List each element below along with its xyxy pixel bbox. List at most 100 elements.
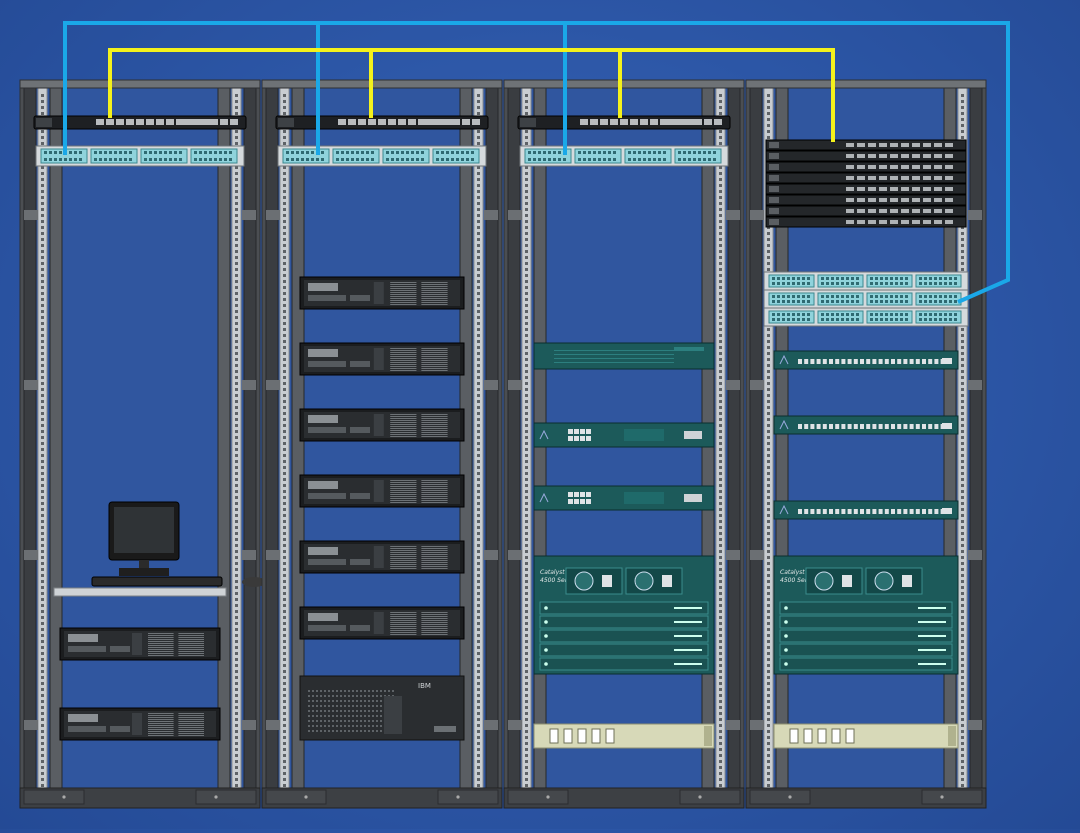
- rail-hole: [961, 550, 964, 553]
- patch-jack: [851, 313, 854, 316]
- patch-jack: [643, 151, 646, 154]
- patch-jack: [895, 300, 898, 303]
- vent-line: [390, 424, 417, 425]
- patch-jack: [603, 158, 606, 161]
- rail-hole: [283, 688, 286, 691]
- switch-port: [96, 119, 104, 125]
- stack-port: [846, 176, 854, 180]
- rail-hole: [719, 682, 722, 685]
- vent-line: [421, 566, 448, 567]
- rail-hole: [525, 466, 528, 469]
- switch-port: [810, 509, 815, 514]
- vent-dot: [368, 725, 370, 727]
- patch-jack: [461, 158, 464, 161]
- rail-hole: [525, 394, 528, 397]
- patch-jack: [797, 277, 800, 280]
- vent-dot: [352, 700, 354, 702]
- rail-hole: [41, 358, 44, 361]
- rack-brace: [266, 720, 280, 730]
- vent-dot: [376, 730, 378, 732]
- patch-jack: [351, 151, 354, 154]
- rail-hole: [525, 502, 528, 505]
- patch-jack: [401, 158, 404, 161]
- vent-line: [178, 719, 204, 720]
- rail-hole: [961, 688, 964, 691]
- switch-port: [872, 424, 877, 429]
- patch-jack: [698, 158, 701, 161]
- vent-dot: [308, 690, 310, 692]
- vent-line: [148, 649, 174, 650]
- rail-hole: [961, 340, 964, 343]
- stack-port: [945, 165, 953, 169]
- rail-hole: [41, 688, 44, 691]
- patch-jack: [905, 295, 908, 298]
- vent-line: [421, 562, 448, 563]
- rail-hole: [283, 310, 286, 313]
- switch-port: [853, 359, 858, 364]
- rail-hole: [283, 184, 286, 187]
- vent-line: [421, 490, 448, 491]
- card-handle: [674, 607, 702, 609]
- vent-line: [390, 564, 417, 565]
- face-line: [554, 350, 674, 351]
- vent-line: [148, 723, 174, 724]
- server-drive: [110, 726, 130, 732]
- rail-hole: [767, 358, 770, 361]
- rail-hole: [525, 250, 528, 253]
- rail-hole: [283, 718, 286, 721]
- rail-hole: [767, 100, 770, 103]
- rail-hole: [477, 412, 480, 415]
- vent-line: [421, 418, 448, 419]
- stack-port: [934, 154, 942, 158]
- switch-port: [891, 509, 895, 514]
- rail-hole: [719, 616, 722, 619]
- switch-port: [878, 509, 883, 514]
- rail-hole: [235, 94, 238, 97]
- rail-hole: [283, 256, 286, 259]
- patch-jack: [54, 151, 57, 154]
- switch-port: [580, 119, 588, 125]
- rail-hole: [235, 142, 238, 145]
- router-port: [586, 499, 591, 504]
- rail-hole: [961, 364, 964, 367]
- rail-hole: [41, 616, 44, 619]
- server-badge: [308, 547, 338, 555]
- patch-jack: [890, 300, 893, 303]
- patch-jack: [321, 158, 324, 161]
- rail-hole: [235, 742, 238, 745]
- rail-hole: [41, 280, 44, 283]
- rail-hole: [525, 472, 528, 475]
- vent-dot: [348, 705, 350, 707]
- rail-hole: [525, 478, 528, 481]
- rail-hole: [41, 580, 44, 583]
- rail-hole: [477, 274, 480, 277]
- patch-jack: [194, 151, 197, 154]
- switch-port: [835, 424, 840, 429]
- power-supply: [565, 567, 623, 595]
- rail-hole: [235, 322, 238, 325]
- rail-hole: [719, 490, 722, 493]
- rail-hole: [477, 442, 480, 445]
- rail-hole: [961, 112, 964, 115]
- switch-label: [520, 118, 536, 127]
- rail-hole: [235, 136, 238, 139]
- rail-hole: [525, 268, 528, 271]
- vent-line: [390, 414, 417, 415]
- rail-hole: [719, 652, 722, 655]
- patch-jack: [836, 282, 839, 285]
- stack-label: [769, 153, 779, 159]
- patch-jack: [558, 158, 561, 161]
- rail-hole: [961, 334, 964, 337]
- rack-brace: [242, 720, 256, 730]
- vent-line: [390, 360, 417, 361]
- patch-jack: [944, 295, 947, 298]
- storage-slot: [434, 726, 456, 732]
- rail-hole: [525, 658, 528, 661]
- rail-hole: [719, 766, 722, 769]
- patch-jack: [543, 158, 546, 161]
- patch-jack: [895, 318, 898, 321]
- rail-hole: [41, 478, 44, 481]
- rail-hole: [235, 340, 238, 343]
- rail-hole: [283, 328, 286, 331]
- patch-jack: [124, 151, 127, 154]
